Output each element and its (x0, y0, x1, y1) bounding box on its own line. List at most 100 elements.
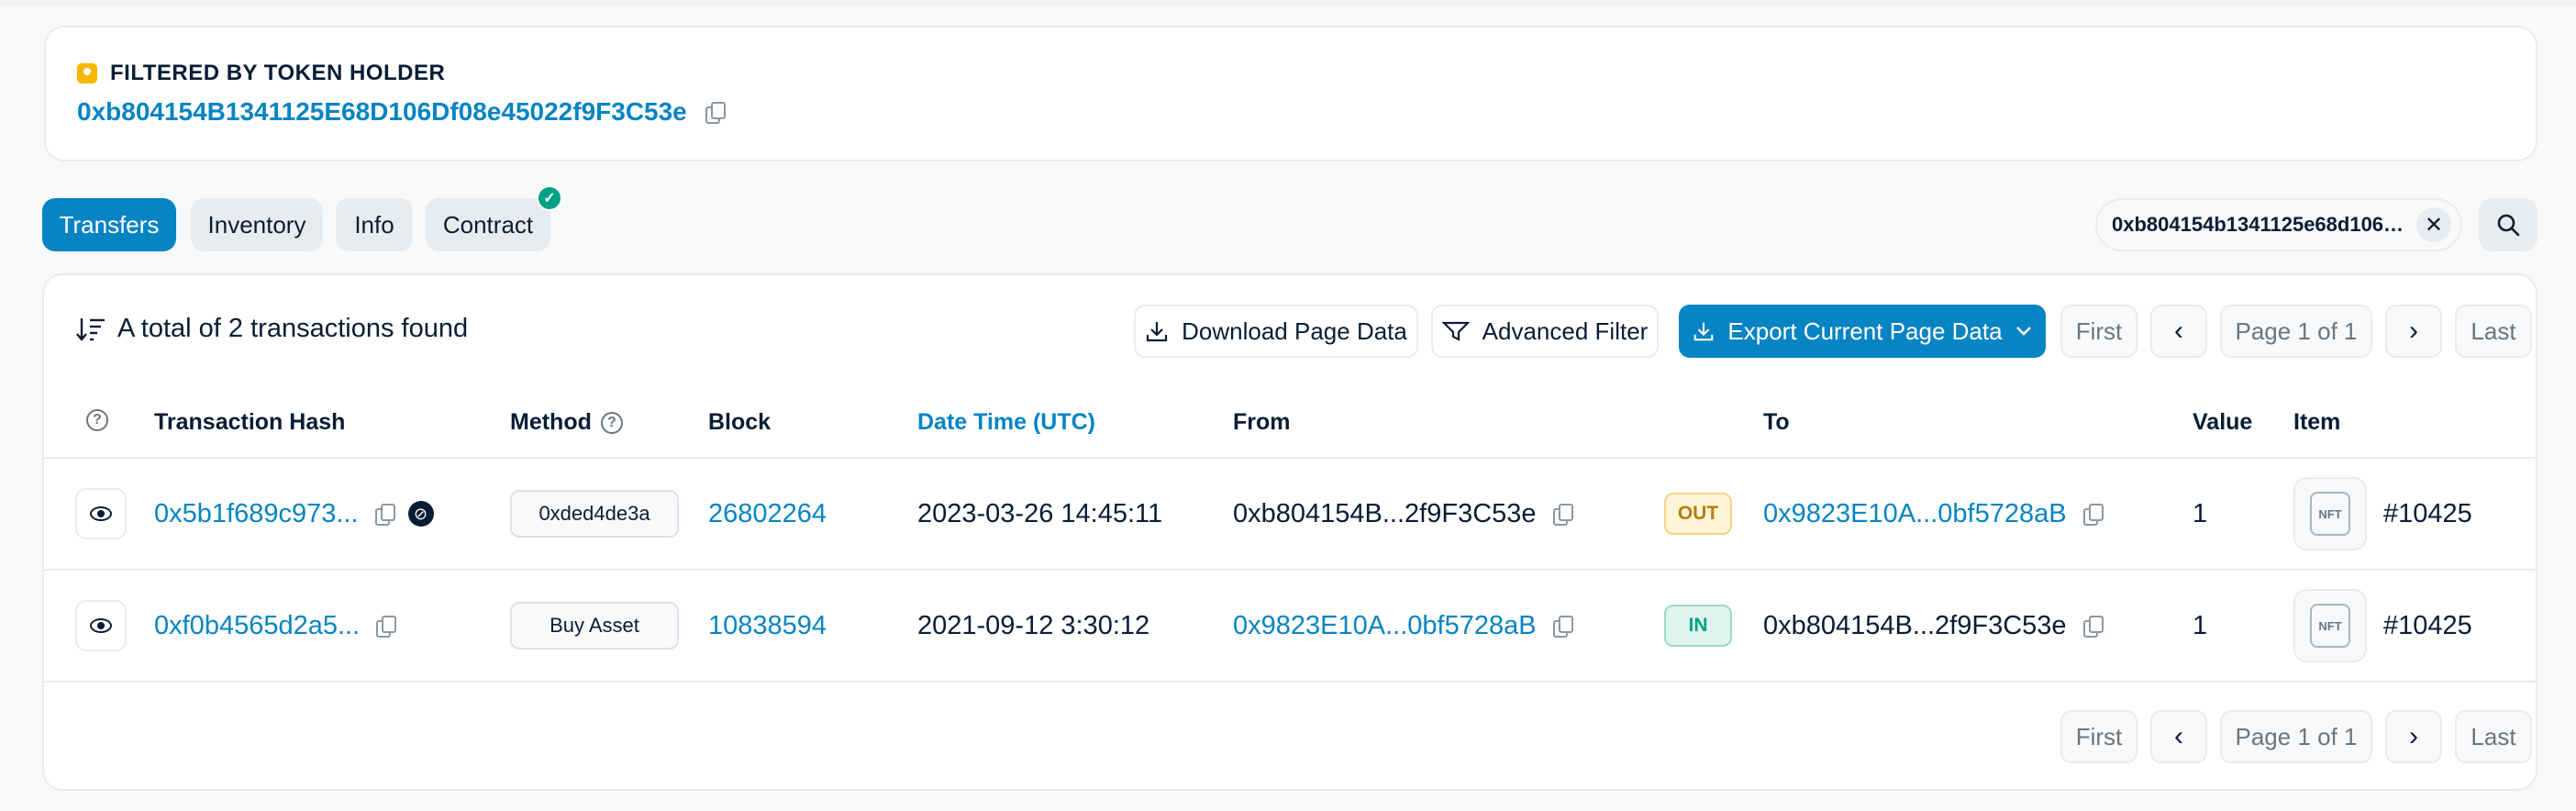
item-cell: NFT #10425 (2293, 459, 2472, 569)
tab-info[interactable]: Info (336, 198, 413, 251)
copy-icon[interactable] (376, 616, 397, 638)
pagination-last[interactable]: Last (2455, 710, 2532, 763)
nft-thumbnail[interactable]: NFT (2293, 477, 2367, 550)
copy-icon[interactable] (705, 102, 726, 124)
column-transaction-hash: Transaction Hash (154, 409, 346, 435)
from-address-link[interactable]: 0x9823E10A...0bf5728aB (1233, 611, 1537, 641)
pagination-page-indicator: Page 1 of 1 (2220, 710, 2372, 763)
block-link[interactable]: 26802264 (708, 459, 827, 569)
direction-cell: OUT (1664, 459, 1732, 569)
filter-icon (1441, 321, 1470, 341)
sort-icon (76, 317, 105, 341)
verified-check-icon: ✓ (537, 185, 562, 211)
value-cell: 1 (2193, 498, 2208, 528)
eye-icon (90, 618, 112, 633)
from-address: 0xb804154B...2f9F3C53e (1233, 498, 1537, 528)
copy-icon[interactable] (374, 504, 395, 526)
method-badge: 0xded4de3a (510, 490, 679, 538)
clear-icon[interactable]: ✕ (2416, 207, 2451, 242)
preview-button[interactable] (75, 488, 127, 539)
direction-badge-out: OUT (1664, 493, 1732, 535)
column-method-label: Method (510, 409, 592, 435)
nft-icon: NFT (2310, 604, 2350, 648)
tab-transfers[interactable]: Transfers (42, 198, 176, 251)
item-cell: NFT #10425 (2293, 571, 2472, 681)
download-label: Download Page Data (1182, 317, 1407, 345)
advanced-filter-button[interactable]: Advanced Filter (1431, 305, 1659, 358)
nft-thumbnail[interactable]: NFT (2293, 589, 2367, 662)
method-cell: 0xded4de3a (510, 459, 679, 569)
download-icon (1694, 322, 1714, 341)
transaction-hash-link[interactable]: 0xf0b4565d2a5... (154, 611, 360, 641)
to-address-link[interactable]: 0x9823E10A...0bf5728aB (1763, 499, 2067, 529)
method-cell: Buy Asset (510, 571, 679, 681)
column-from: From (1233, 409, 1291, 435)
swap-app-icon: ⊘ (407, 501, 434, 527)
holder-filter-label: FILTERED BY TOKEN HOLDER (110, 61, 446, 85)
pagination-next[interactable]: › (2385, 710, 2442, 763)
export-label: Export Current Page Data (1727, 317, 2003, 345)
tab-contract[interactable]: Contract (426, 198, 550, 251)
datetime-cell: 2021-09-12 3:30:12 (917, 610, 1150, 640)
block-link[interactable]: 10838594 (708, 571, 827, 681)
eye-icon (90, 506, 112, 521)
to-cell: 0x9823E10A...0bf5728aB (1763, 459, 2104, 569)
chevron-down-icon (2015, 327, 2031, 336)
download-page-data-button[interactable]: Download Page Data (1134, 305, 1418, 358)
preview-button[interactable] (75, 600, 127, 651)
holder-address-link[interactable]: 0xb804154B1341125E68D106Df08e45022f9F3C5… (77, 97, 687, 127)
help-icon[interactable]: ? (86, 409, 108, 431)
from-cell: 0xb804154B...2f9F3C53e (1233, 459, 1573, 569)
to-cell: 0xb804154B...2f9F3C53e (1763, 571, 2104, 681)
nft-icon: NFT (2310, 492, 2350, 536)
pagination-first[interactable]: First (2060, 710, 2137, 763)
tab-inventory[interactable]: Inventory (191, 198, 323, 251)
pagination-next[interactable]: › (2385, 305, 2442, 358)
column-item: Item (2293, 409, 2341, 435)
hash-cell: 0x5b1f689c973... ⊘ (154, 459, 434, 569)
pagination-last[interactable]: Last (2455, 305, 2532, 358)
direction-badge-in: IN (1664, 605, 1732, 647)
item-id: #10425 (2383, 498, 2472, 528)
datetime-cell: 2023-03-26 14:45:11 (917, 498, 1163, 528)
summary-text: A total of 2 transactions found (117, 314, 469, 343)
holder-filter-title: FILTERED BY TOKEN HOLDER (77, 61, 445, 86)
method-badge: Buy Asset (510, 602, 679, 650)
column-block: Block (708, 409, 772, 435)
to-address: 0xb804154B...2f9F3C53e (1763, 610, 2067, 640)
contact-card-icon (77, 63, 97, 83)
copy-icon[interactable] (2082, 504, 2104, 526)
value-cell: 1 (2193, 610, 2208, 640)
column-info[interactable]: ? (86, 409, 108, 431)
advanced-filter-label: Advanced Filter (1482, 317, 1649, 345)
search-filter-value: 0xb804154b1341125e68d106… (2112, 213, 2404, 236)
column-method: Method ? (510, 409, 623, 436)
export-current-page-button[interactable]: Export Current Page Data (1679, 305, 2046, 358)
copy-icon[interactable] (1552, 504, 1573, 526)
pagination-first[interactable]: First (2060, 305, 2137, 358)
divider (44, 681, 2536, 683)
copy-icon[interactable] (2082, 616, 2104, 638)
table-row: 0x5b1f689c973... ⊘ 0xded4de3a 26802264 2… (44, 459, 2536, 569)
help-icon[interactable]: ? (600, 411, 623, 434)
column-date-time[interactable]: Date Time (UTC) (917, 409, 1095, 436)
table-row: 0xf0b4565d2a5... Buy Asset 10838594 2021… (44, 571, 2536, 681)
search-filter-pill[interactable]: 0xb804154b1341125e68d106… ✕ (2095, 198, 2462, 251)
top-strip (0, 0, 2576, 6)
download-icon (1147, 322, 1168, 342)
holder-filter-card: FILTERED BY TOKEN HOLDER 0xb804154B13411… (44, 26, 2537, 161)
transaction-hash-link[interactable]: 0x5b1f689c973... (154, 499, 359, 529)
copy-icon[interactable] (1552, 616, 1573, 638)
direction-cell: IN (1664, 571, 1732, 681)
transactions-summary: A total of 2 transactions found (75, 314, 468, 344)
pagination-page-indicator: Page 1 of 1 (2220, 305, 2372, 358)
hash-cell: 0xf0b4565d2a5... (154, 571, 397, 681)
search-icon (2497, 214, 2520, 237)
transfers-card: A total of 2 transactions found Download… (42, 273, 2537, 791)
column-to: To (1763, 409, 1790, 435)
from-cell: 0x9823E10A...0bf5728aB (1233, 571, 1573, 681)
column-value: Value (2193, 409, 2253, 435)
pagination-prev[interactable]: ‹ (2150, 305, 2207, 358)
search-button[interactable] (2479, 198, 2537, 251)
pagination-prev[interactable]: ‹ (2150, 710, 2207, 763)
